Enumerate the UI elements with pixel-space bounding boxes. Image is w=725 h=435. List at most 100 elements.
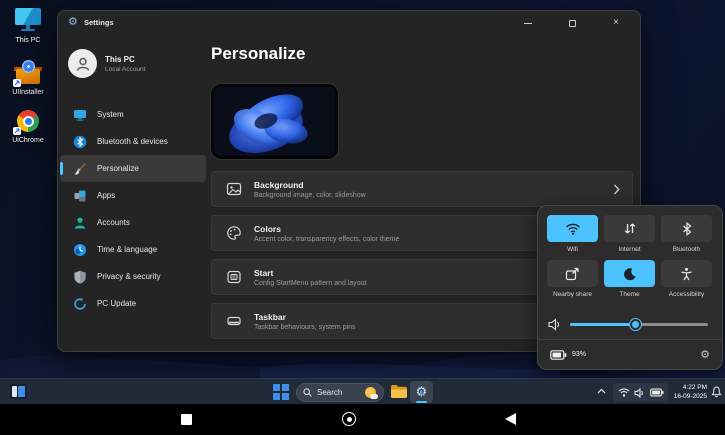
back-button[interactable]: [505, 413, 516, 425]
system-tray[interactable]: [613, 383, 668, 402]
sidebar-item-privacy-security[interactable]: Privacy & security: [60, 263, 206, 290]
tray-battery-icon: [650, 388, 664, 397]
nearby-share-tile[interactable]: [547, 260, 598, 287]
speaker-icon: [548, 318, 563, 331]
sidebar-item-system[interactable]: System: [60, 101, 206, 128]
volume-thumb[interactable]: [630, 319, 641, 330]
maximize-icon: [569, 20, 576, 27]
sidebar-item-personalize[interactable]: Personalize: [60, 155, 206, 182]
shortcut-arrow-icon: [13, 127, 21, 135]
battery-percent: 93%: [572, 351, 586, 358]
sidebar-item-apps[interactable]: Apps: [60, 182, 206, 209]
personalize-brush-icon: [73, 162, 87, 176]
moon-icon: [623, 267, 637, 281]
taskbar-row-icon: [226, 313, 242, 329]
apps-icon: [73, 189, 87, 203]
file-explorer-icon[interactable]: [390, 384, 408, 399]
volume-fill: [570, 323, 635, 326]
internet-arrows-icon: [623, 222, 637, 235]
row-background[interactable]: Background Background image, color, slid…: [211, 171, 633, 207]
desktop-icon-uiinstaller[interactable]: UIInstaller: [4, 60, 52, 97]
privacy-shield-icon: [73, 270, 87, 284]
tray-chevron-up-icon[interactable]: [597, 388, 606, 394]
settings-gear-icon: ⚙: [68, 15, 78, 29]
clock-time: 4:22 PM: [672, 383, 707, 392]
page-title: Personalize: [211, 44, 306, 64]
widgets-icon[interactable]: [10, 384, 27, 399]
this-pc-icon: [13, 8, 43, 34]
tile-label: Theme: [619, 291, 639, 298]
home-button[interactable]: [342, 412, 356, 426]
settings-sidebar: This PC Local Account System Bluetooth &…: [58, 35, 208, 351]
wifi-icon: [565, 223, 581, 235]
tile-label: Nearby share: [553, 291, 592, 298]
tray-speaker-icon: [634, 388, 646, 398]
colors-palette-icon: [226, 225, 242, 241]
accessibility-icon: [680, 267, 693, 281]
recents-button[interactable]: [181, 414, 192, 425]
sidebar-item-bluetooth-devices[interactable]: Bluetooth & devices: [60, 128, 206, 155]
update-icon: [73, 297, 87, 311]
avatar: [68, 49, 97, 78]
tile-label: Internet: [618, 246, 640, 253]
quick-settings-gear-icon[interactable]: ⚙: [700, 349, 710, 361]
background-image-icon: [226, 181, 242, 197]
search-box[interactable]: Search: [296, 383, 384, 402]
window-titlebar[interactable]: ⚙ Settings ×: [58, 11, 640, 35]
tile-label: Bluetooth: [673, 246, 700, 253]
wifi-tile[interactable]: [547, 215, 598, 242]
battery-icon: [550, 350, 567, 360]
sidebar-item-pc-update[interactable]: PC Update: [60, 290, 206, 317]
tray-wifi-icon: [618, 388, 630, 397]
system-icon: [73, 108, 87, 122]
account-card[interactable]: This PC Local Account: [68, 49, 145, 78]
bluetooth-tile[interactable]: [661, 215, 712, 242]
quick-settings-footer: 93% ⚙: [538, 339, 722, 369]
tile-label: Wifi: [567, 246, 578, 253]
taskbar-settings-button[interactable]: ⚙: [410, 381, 433, 403]
quick-settings-panel: Wifi Internet Bluetooth Nearby share: [537, 205, 723, 370]
start-menu-icon: [226, 269, 242, 285]
android-nav-bar: [0, 404, 725, 435]
clock[interactable]: 4:22 PM 16-09-2025: [672, 383, 707, 401]
shortcut-arrow-icon: [13, 79, 21, 87]
weather-icon[interactable]: [365, 387, 377, 399]
accessibility-tile[interactable]: [661, 260, 712, 287]
desktop-icon-uichrome[interactable]: UiChrome: [4, 108, 52, 145]
internet-tile[interactable]: [604, 215, 655, 242]
sidebar-item-accounts[interactable]: Accounts: [60, 209, 206, 236]
start-button[interactable]: [273, 384, 289, 400]
volume-slider[interactable]: [570, 323, 708, 326]
sidebar-nav: System Bluetooth & devices Personalize: [60, 101, 206, 317]
chevron-right-icon: [613, 184, 620, 195]
nearby-share-icon: [565, 267, 580, 281]
gear-center-dot: [420, 391, 424, 395]
wallpaper-preview[interactable]: [211, 84, 338, 159]
desktop-icon-label: UIInstaller: [4, 89, 52, 97]
notification-bell-icon[interactable]: [711, 386, 722, 398]
clock-date: 16-09-2025: [672, 392, 707, 401]
close-icon: ×: [613, 18, 619, 28]
tile-label: Accessibility: [669, 291, 704, 298]
sidebar-item-time-language[interactable]: Time & language: [60, 236, 206, 263]
time-language-icon: [73, 243, 87, 257]
close-button[interactable]: ×: [602, 14, 630, 32]
account-subtitle: Local Account: [105, 66, 145, 73]
bluetooth-icon: [73, 135, 87, 149]
theme-tile[interactable]: [604, 260, 655, 287]
search-icon: [303, 388, 312, 397]
desktop-icon-this-pc[interactable]: This PC: [4, 8, 52, 45]
search-placeholder: Search: [317, 388, 360, 397]
desktop-icon-label: This PC: [4, 37, 52, 45]
maximize-button[interactable]: [558, 14, 586, 32]
volume-row: [548, 316, 708, 332]
bluetooth-icon: [682, 222, 692, 236]
taskbar: Search ⚙: [0, 378, 725, 404]
accounts-icon: [73, 216, 87, 230]
installer-icon: [13, 60, 43, 86]
minimize-button[interactable]: [514, 14, 542, 32]
desktop: This PC UIInstaller UiChrome ⚙ Settings: [0, 0, 725, 435]
chrome-icon: [13, 108, 43, 134]
minimize-icon: [524, 23, 532, 24]
account-name: This PC: [105, 55, 145, 64]
